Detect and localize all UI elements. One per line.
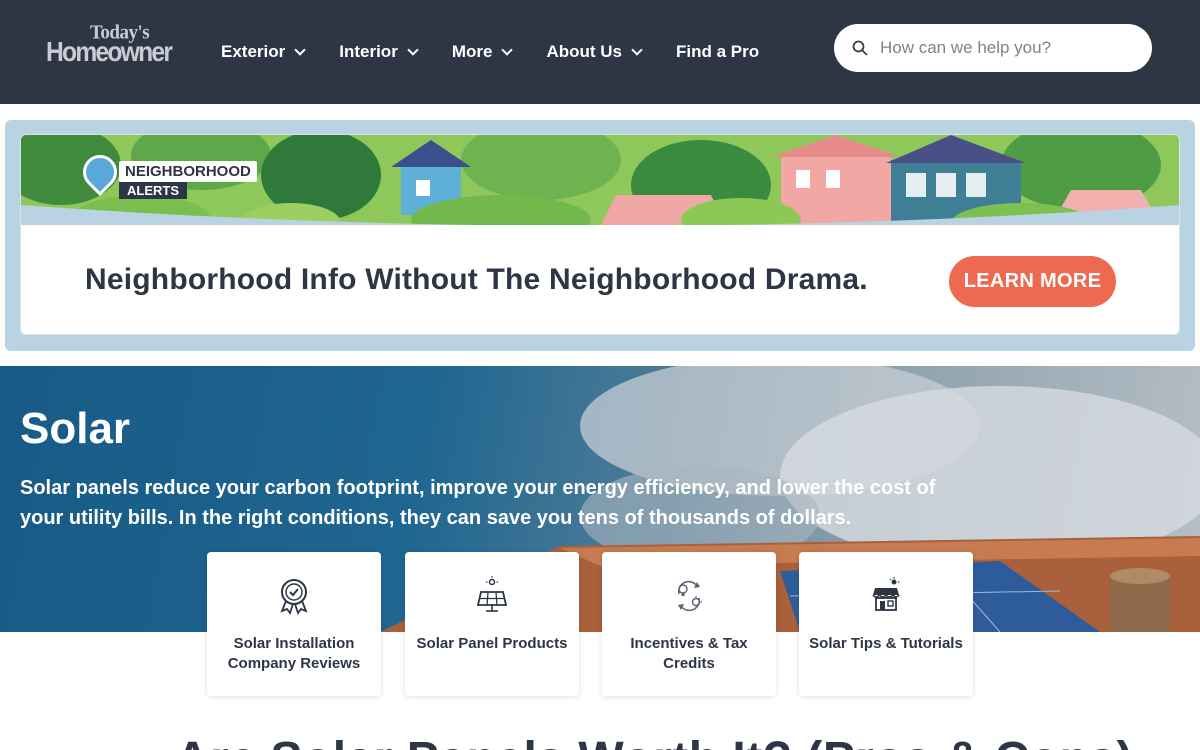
chevron-down-icon: [501, 43, 514, 56]
award-badge-icon: [280, 579, 308, 615]
page-title: Solar: [20, 404, 131, 453]
nav-label: Find a Pro: [675, 42, 760, 61]
nav-label: Interior: [339, 42, 398, 61]
logo-line2: Homeowner: [46, 36, 173, 67]
lightbulb-cycle-icon: [677, 580, 702, 612]
storefront-icon: [872, 577, 900, 611]
card-label: Solar Panel Products: [416, 635, 568, 652]
card-solar-tips-tutorials[interactable]: Solar Tips & Tutorials: [799, 552, 973, 696]
article-heading: Are Solar Panels Worth It? (Pros & Cons): [175, 732, 1133, 750]
card-incentives-tax-credits[interactable]: Incentives & Tax Credits: [602, 552, 776, 696]
category-cards: Solar Installation Company Reviews Solar…: [207, 552, 973, 696]
site-header: Today's Homeowner Exterior Interior More…: [0, 0, 1200, 104]
nav-item-exterior[interactable]: Exterior: [221, 42, 306, 62]
neighborhood-alerts-ad[interactable]: NEIGHBORHOOD ALERTS Neighborhood Info Wi…: [20, 134, 1180, 335]
badge-line2: ALERTS: [119, 182, 187, 199]
card-label: Solar Installation Company Reviews: [227, 635, 361, 672]
nav-item-interior[interactable]: Interior: [339, 42, 419, 62]
ad-container: NEIGHBORHOOD ALERTS Neighborhood Info Wi…: [5, 120, 1195, 351]
chevron-down-icon: [294, 43, 306, 56]
learn-more-button[interactable]: LEARN MORE: [949, 256, 1116, 307]
main-nav: Exterior Interior More About Us Find a P…: [221, 40, 794, 64]
nav-label: Exterior: [221, 42, 286, 61]
card-solar-installation-reviews[interactable]: Solar Installation Company Reviews: [207, 552, 381, 696]
nav-item-more[interactable]: More: [451, 42, 514, 62]
site-logo[interactable]: Today's Homeowner: [46, 21, 176, 68]
chevron-down-icon: [407, 43, 419, 56]
nav-label: About Us: [546, 42, 622, 61]
solar-panel-icon: [476, 576, 508, 612]
hero-description: Solar panels reduce your carbon footprin…: [20, 477, 936, 529]
card-solar-panel-products[interactable]: Solar Panel Products: [405, 552, 579, 696]
ad-headline: Neighborhood Info Without The Neighborho…: [85, 263, 868, 296]
nav-label: More: [451, 42, 493, 61]
card-label: Solar Tips & Tutorials: [809, 635, 963, 652]
nav-item-find-a-pro[interactable]: Find a Pro: [676, 42, 759, 62]
search-icon[interactable]: [852, 40, 868, 56]
chevron-down-icon: [631, 43, 643, 56]
badge-line1: NEIGHBORHOOD: [119, 161, 257, 182]
search-input[interactable]: [880, 36, 1130, 60]
card-label: Incentives & Tax Credits: [630, 635, 748, 672]
nav-item-about-us[interactable]: About Us: [546, 42, 643, 62]
search-box[interactable]: [834, 24, 1152, 72]
